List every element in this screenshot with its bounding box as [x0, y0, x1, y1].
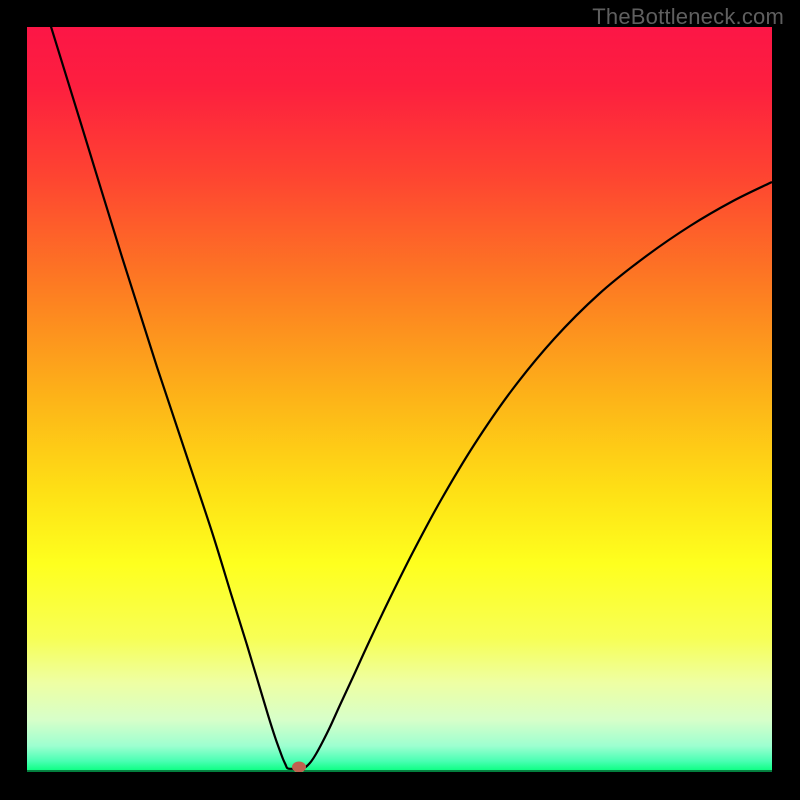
plot-area	[27, 27, 772, 772]
attribution-label: TheBottleneck.com	[592, 4, 784, 30]
plot-svg	[27, 27, 772, 772]
chart-container: TheBottleneck.com	[0, 0, 800, 800]
minimum-marker	[292, 762, 306, 773]
gradient-background	[27, 27, 772, 772]
